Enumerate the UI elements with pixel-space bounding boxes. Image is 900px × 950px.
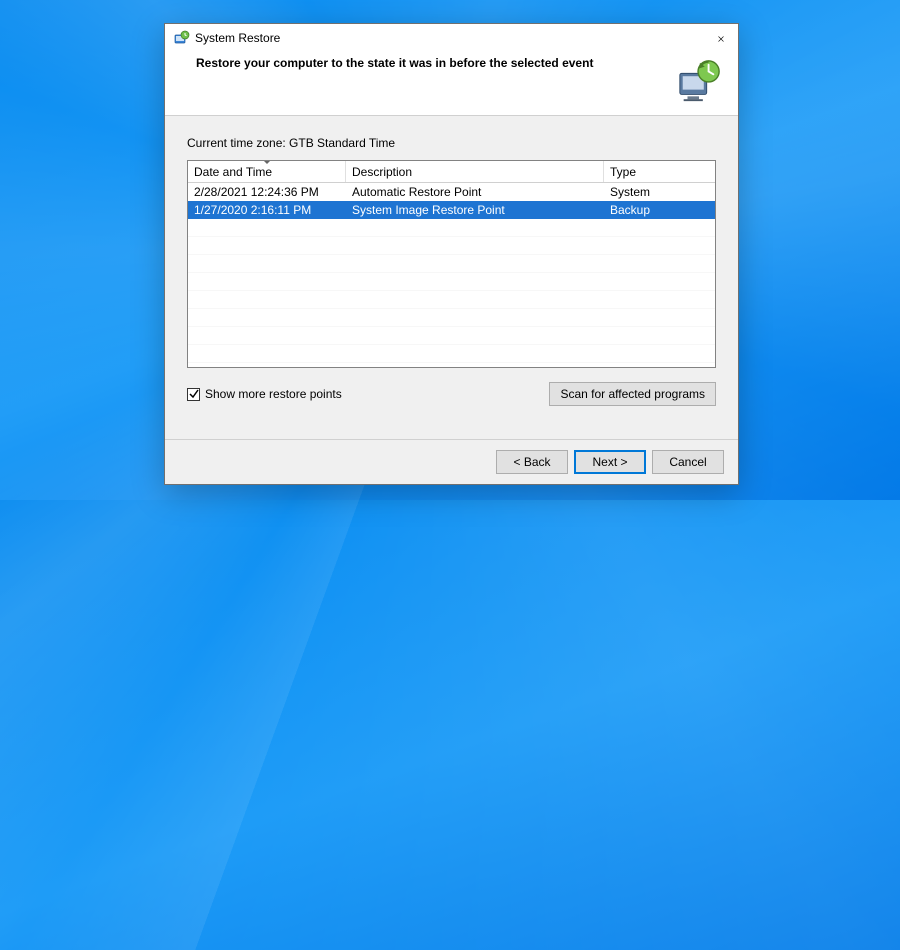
table-header: Date and Time Description Type	[188, 161, 715, 183]
dialog-body: Current time zone: GTB Standard Time Dat…	[165, 116, 738, 439]
sort-descending-icon	[263, 160, 271, 164]
table-body: 2/28/2021 12:24:36 PMAutomatic Restore P…	[188, 183, 715, 367]
dialog-header: System Restore Restore your computer to …	[165, 24, 738, 116]
column-header-label: Description	[352, 165, 412, 179]
system-restore-icon	[174, 30, 190, 46]
cell-date: 1/27/2020 2:16:11 PM	[188, 203, 346, 217]
cancel-button[interactable]: Cancel	[652, 450, 724, 474]
table-row[interactable]: 1/27/2020 2:16:11 PMSystem Image Restore…	[188, 201, 715, 219]
cell-description: System Image Restore Point	[346, 203, 604, 217]
scan-affected-button[interactable]: Scan for affected programs	[549, 382, 716, 406]
checkbox-box	[187, 388, 200, 401]
cell-date: 2/28/2021 12:24:36 PM	[188, 185, 346, 199]
column-header-label: Date and Time	[194, 165, 272, 179]
titlebar: System Restore	[174, 30, 729, 46]
checkbox-label: Show more restore points	[205, 387, 342, 401]
dialog-footer: < Back Next > Cancel	[165, 439, 738, 484]
cell-description: Automatic Restore Point	[346, 185, 604, 199]
next-button[interactable]: Next >	[574, 450, 646, 474]
table-row[interactable]: 2/28/2021 12:24:36 PMAutomatic Restore P…	[188, 183, 715, 201]
window-title: System Restore	[195, 31, 280, 45]
restore-points-table: Date and Time Description Type 2/28/2021…	[187, 160, 716, 368]
cell-type: Backup	[604, 203, 715, 217]
timezone-label: Current time zone: GTB Standard Time	[187, 136, 716, 150]
column-header-date[interactable]: Date and Time	[188, 161, 346, 182]
show-more-checkbox[interactable]: Show more restore points	[187, 387, 342, 401]
checkmark-icon	[189, 389, 199, 399]
page-heading: Restore your computer to the state it wa…	[196, 56, 729, 70]
below-table-row: Show more restore points Scan for affect…	[187, 382, 716, 406]
close-button[interactable]	[712, 30, 730, 48]
column-header-type[interactable]: Type	[604, 161, 715, 182]
system-restore-dialog: System Restore Restore your computer to …	[164, 23, 739, 485]
column-header-description[interactable]: Description	[346, 161, 604, 182]
back-button[interactable]: < Back	[496, 450, 568, 474]
system-restore-hero-icon	[676, 58, 722, 104]
close-icon	[718, 33, 724, 45]
column-header-label: Type	[610, 165, 636, 179]
cell-type: System	[604, 185, 715, 199]
